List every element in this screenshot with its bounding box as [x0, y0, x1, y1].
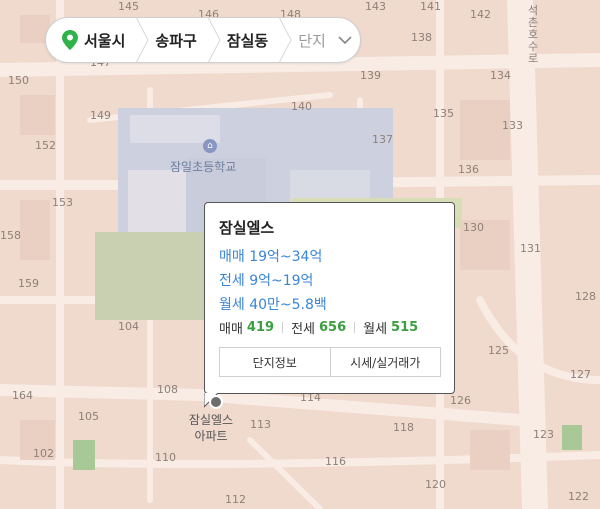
block-number: 152 [35, 139, 56, 152]
marker-name-line1: 잠실엘스 [188, 413, 234, 427]
block-number: 127 [570, 368, 591, 381]
block-number: 118 [393, 421, 414, 434]
block-number: 150 [8, 74, 29, 87]
jeonse-count: 656 [318, 320, 347, 335]
monthly-count-label: 월세 [363, 322, 388, 337]
block-number: 113 [250, 418, 271, 431]
school-label: 잠일초등학교 [170, 160, 237, 174]
block-number: 158 [0, 229, 21, 242]
breadcrumb-complex-dropdown[interactable]: 단지 [298, 30, 352, 51]
divider [282, 322, 284, 333]
block-number: 136 [458, 163, 479, 176]
block-number: 140 [291, 100, 312, 113]
breadcrumb-city-label: 서울시 [84, 31, 126, 50]
breadcrumb-district-label: 송파구 [155, 31, 197, 50]
breadcrumb-district[interactable]: 송파구 [155, 30, 196, 51]
jeonse-price-range-link[interactable]: 전세 9억~19억 [219, 270, 440, 289]
marker-label[interactable]: 잠실엘스 아파트 [180, 412, 242, 444]
block-number: 112 [225, 493, 246, 506]
block-number: 102 [33, 447, 54, 460]
monthly-count: 515 [391, 320, 419, 335]
block-number: 139 [360, 69, 381, 82]
chevron-right-icon [278, 17, 292, 63]
block-number: 135 [433, 107, 454, 120]
block-number: 137 [372, 133, 393, 146]
popup-buttons: 단지정보 시세/실거래가 [219, 347, 441, 377]
breadcrumb-dong-label: 잠실동 [226, 31, 269, 50]
divider [354, 322, 356, 333]
block-number: 128 [575, 290, 596, 303]
chevron-down-icon [338, 36, 352, 45]
block-number: 126 [450, 394, 471, 407]
block-number: 142 [470, 8, 491, 21]
complex-popup: 잠실엘스 매매 19억~34억 전세 9억~19억 월세 40만~5.8백 매매… [204, 202, 455, 394]
block-number: 164 [12, 389, 33, 402]
road-label: 석촌호수로 [528, 4, 539, 65]
breadcrumb-complex-label: 단지 [298, 31, 326, 50]
listing-counts: 매매 419 전세 656 월세 515 [219, 318, 440, 337]
block-number: 153 [52, 196, 73, 209]
block-number: 123 [533, 428, 554, 441]
sale-price-range-link[interactable]: 매매 19억~34억 [219, 246, 440, 265]
sale-count-label: 매매 [219, 322, 243, 337]
marker-name-line2: 아파트 [194, 429, 228, 443]
block-number: 133 [502, 119, 523, 132]
jeonse-count-label: 전세 [291, 322, 315, 337]
block-number: 134 [490, 69, 511, 82]
block-number: 105 [78, 410, 99, 423]
sale-count: 419 [246, 320, 275, 335]
complex-marker[interactable] [209, 395, 223, 409]
chevron-right-icon [135, 17, 149, 63]
block-number: 145 [118, 0, 139, 13]
monthly-price-range-link[interactable]: 월세 40만~5.8백 [219, 294, 440, 313]
breadcrumb: 서울시 송파구 잠실동 단지 [45, 17, 361, 63]
block-number: 138 [411, 31, 432, 44]
chevron-right-icon [207, 17, 221, 63]
block-number: 120 [425, 478, 446, 491]
school-icon: ⌂ [203, 139, 217, 153]
block-number: 108 [157, 383, 178, 396]
block-number: 131 [520, 242, 541, 255]
block-number: 116 [325, 455, 346, 468]
breadcrumb-city[interactable]: 서울시 [62, 30, 125, 51]
price-history-button[interactable]: 시세/실거래가 [329, 348, 440, 376]
breadcrumb-dong[interactable]: 잠실동 [227, 30, 268, 51]
block-number: 104 [118, 320, 139, 333]
block-number: 125 [488, 344, 509, 357]
complex-info-button[interactable]: 단지정보 [220, 348, 330, 376]
block-number: 143 [365, 0, 386, 13]
block-number: 110 [155, 451, 176, 464]
popup-title: 잠실엘스 [219, 219, 275, 237]
block-number: 130 [463, 221, 484, 234]
block-number: 159 [18, 277, 39, 290]
block-number: 141 [420, 0, 441, 13]
block-number: 122 [568, 490, 589, 503]
location-pin-icon [62, 30, 78, 50]
block-number: 149 [90, 109, 111, 122]
